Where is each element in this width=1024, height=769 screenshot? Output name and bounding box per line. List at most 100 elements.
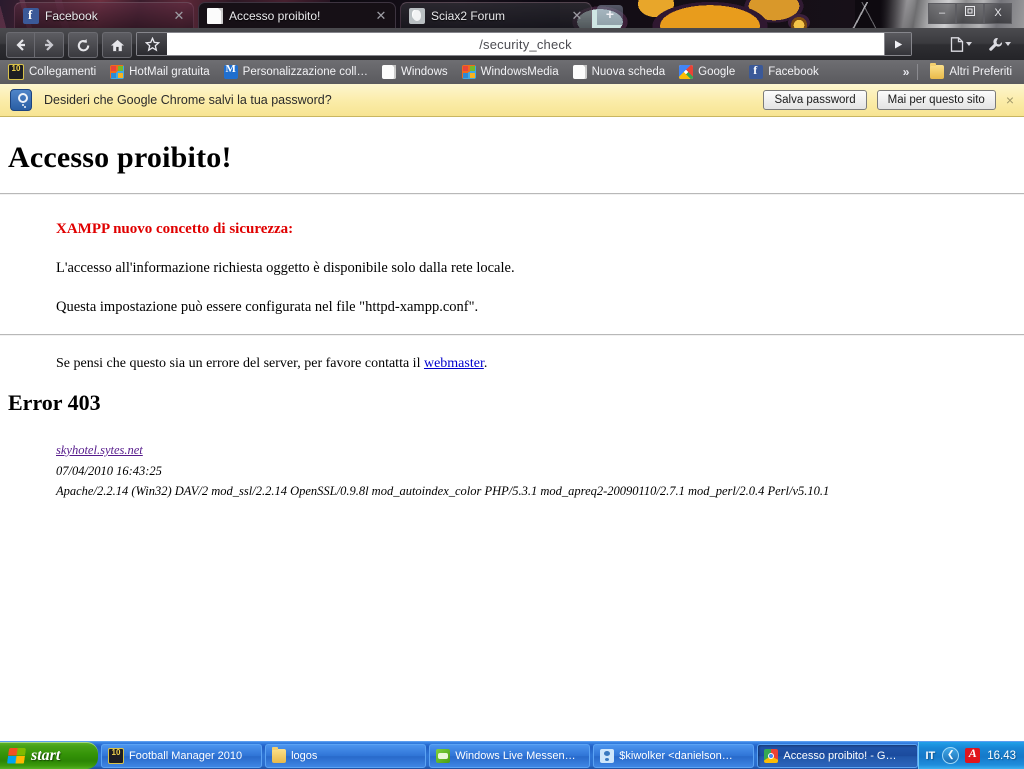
browser-tab-sciax2-forum[interactable]: Sciax2 Forum ✕ (400, 2, 592, 28)
back-button[interactable] (6, 32, 35, 58)
save-password-infobar: Desideri che Google Chrome salvi la tua … (0, 84, 1024, 117)
taskbar-item-label: Accesso proibito! - G… (783, 749, 897, 762)
clock[interactable]: 16.43 (987, 750, 1016, 762)
window-maximize-button[interactable] (956, 3, 984, 24)
messenger-icon (600, 748, 615, 763)
bookmark-nuova-scheda[interactable]: Nuova scheda (567, 62, 672, 82)
bookmarks-bar: Collegamenti HotMail gratuita Personaliz… (0, 60, 1024, 85)
tab-close-icon[interactable]: ✕ (373, 8, 389, 24)
address-bar[interactable]: /security_check (136, 32, 912, 56)
tab-close-icon[interactable]: ✕ (171, 8, 187, 24)
wrench-menu-button[interactable] (984, 34, 1014, 54)
taskbar-item-label: $kiwolker <danielson… (619, 749, 733, 762)
document-icon (381, 65, 396, 79)
taskbar-item-windows-live-messenger[interactable]: Windows Live Messen… (429, 743, 591, 768)
folder-icon (272, 746, 287, 763)
fm-icon (8, 64, 24, 80)
google-icon (679, 65, 694, 79)
browser-toolbar: /security_check (0, 28, 1024, 61)
msn-icon (436, 748, 451, 763)
folder-icon (930, 63, 945, 79)
fm-icon (108, 747, 124, 764)
bookmark-collegamenti[interactable]: Collegamenti (2, 62, 102, 82)
taskbar-item-accesso-proibito[interactable]: Accesso proibito! - G… (757, 743, 919, 768)
bookmark-altri-preferiti[interactable]: Altri Preferiti (924, 62, 1018, 82)
theme-artwork-right-shade (855, 0, 915, 28)
document-favicon (207, 7, 223, 24)
arrow-left-icon (16, 39, 25, 51)
close-icon[interactable]: × (1006, 93, 1014, 107)
infobar-message: Desideri che Google Chrome salvi la tua … (44, 93, 332, 107)
avira-icon[interactable] (965, 746, 981, 763)
theme-artwork-wires (838, 2, 886, 28)
bookmark-label: WindowsMedia (480, 66, 559, 78)
windows-icon (461, 65, 476, 79)
bookmark-windows[interactable]: Windows (376, 62, 454, 82)
page-menu-button[interactable] (946, 34, 976, 54)
home-button[interactable] (102, 32, 132, 58)
server-signature: skyhotel.sytes.net 07/04/2010 16:43:25 A… (56, 440, 1024, 502)
contact-paragraph: Se pensi che questo sia un errore del se… (56, 356, 1024, 372)
chrome-icon (764, 748, 779, 763)
go-button[interactable] (884, 33, 911, 55)
taskbar-item-logos[interactable]: logos (265, 743, 427, 768)
page-icon (950, 36, 964, 52)
play-arrow-icon (894, 40, 902, 48)
paragraph-access-info: L'accesso all'informazione richiesta ogg… (56, 260, 515, 276)
tab-label: Accesso proibito! (229, 8, 321, 23)
bookmark-label: Google (698, 66, 736, 78)
server-host-link[interactable]: skyhotel.sytes.net (56, 443, 143, 457)
tab-label: Facebook (45, 8, 98, 23)
never-for-this-site-button[interactable]: Mai per questo sito (876, 90, 996, 110)
chevron-left-icon[interactable]: ❮ (942, 747, 960, 764)
bookmark-label: Altri Preferiti (949, 66, 1012, 78)
taskbar-item-label: logos (291, 749, 318, 762)
reload-button[interactable] (68, 32, 98, 58)
windows-flag-icon (7, 748, 26, 764)
taskbar-item-kiwolker-chat[interactable]: $kiwolker <danielson… (593, 743, 755, 768)
xampp-security-title: XAMPP nuovo concetto di sicurezza: (56, 221, 294, 237)
url-text[interactable]: /security_check (167, 37, 884, 52)
server-timestamp: 07/04/2010 16:43:25 (56, 463, 162, 478)
bookmark-star-icon[interactable] (137, 33, 167, 55)
bookmarks-overflow-button[interactable]: » (903, 65, 918, 79)
page-title: Accesso proibito! (8, 141, 232, 174)
restore-icon (965, 6, 975, 16)
theme-artwork-eye (788, 14, 810, 28)
bookmark-personalizzazione[interactable]: Personalizzazione coll… (218, 62, 374, 82)
contact-suffix: . (483, 356, 488, 371)
save-password-button[interactable]: Salva password (763, 90, 867, 110)
contact-prefix: Se pensi che questo sia un errore del se… (56, 356, 424, 371)
forward-button[interactable] (34, 32, 64, 58)
taskbar-item-label: Windows Live Messen… (455, 749, 576, 762)
bookmark-label: Nuova scheda (591, 66, 666, 78)
bookmark-windowsmedia[interactable]: WindowsMedia (456, 62, 565, 82)
window-minimize-button[interactable]: – (928, 3, 956, 24)
browser-tab-facebook[interactable]: Facebook ✕ (14, 2, 194, 28)
bookmark-label: Personalizzazione coll… (242, 66, 368, 78)
windows-taskbar: start Football Manager 2010 logos Window… (0, 741, 1024, 769)
bookmarks-separator (917, 64, 919, 80)
system-tray: IT ❮ 16.43 (918, 742, 1024, 769)
browser-title-bar: Facebook ✕ Accesso proibito! ✕ Sciax2 Fo… (0, 0, 1024, 28)
browser-tab-accesso-proibito[interactable]: Accesso proibito! ✕ (198, 2, 396, 28)
facebook-icon (749, 63, 764, 79)
window-close-button[interactable]: X (984, 3, 1012, 24)
start-button[interactable]: start (0, 742, 98, 769)
taskbar-item-football-manager[interactable]: Football Manager 2010 (101, 743, 263, 768)
webmaster-link[interactable]: webmaster (424, 356, 484, 371)
bookmark-label: Windows (400, 66, 448, 78)
rabbit-favicon (409, 7, 425, 24)
tab-close-icon[interactable]: ✕ (569, 8, 585, 24)
server-software: Apache/2.2.14 (Win32) DAV/2 mod_ssl/2.2.… (56, 484, 830, 499)
bookmark-facebook[interactable]: Facebook (743, 62, 825, 82)
bookmark-label: HotMail gratuita (129, 66, 210, 78)
bookmark-google[interactable]: Google (673, 62, 741, 82)
new-tab-button[interactable]: + (597, 5, 623, 25)
language-indicator[interactable]: IT (925, 750, 935, 762)
document-icon (572, 65, 587, 79)
reload-icon (77, 38, 89, 51)
windows-icon (110, 65, 125, 79)
bookmark-hotmail-gratuita[interactable]: HotMail gratuita (104, 62, 216, 82)
divider-middle (0, 334, 1024, 336)
